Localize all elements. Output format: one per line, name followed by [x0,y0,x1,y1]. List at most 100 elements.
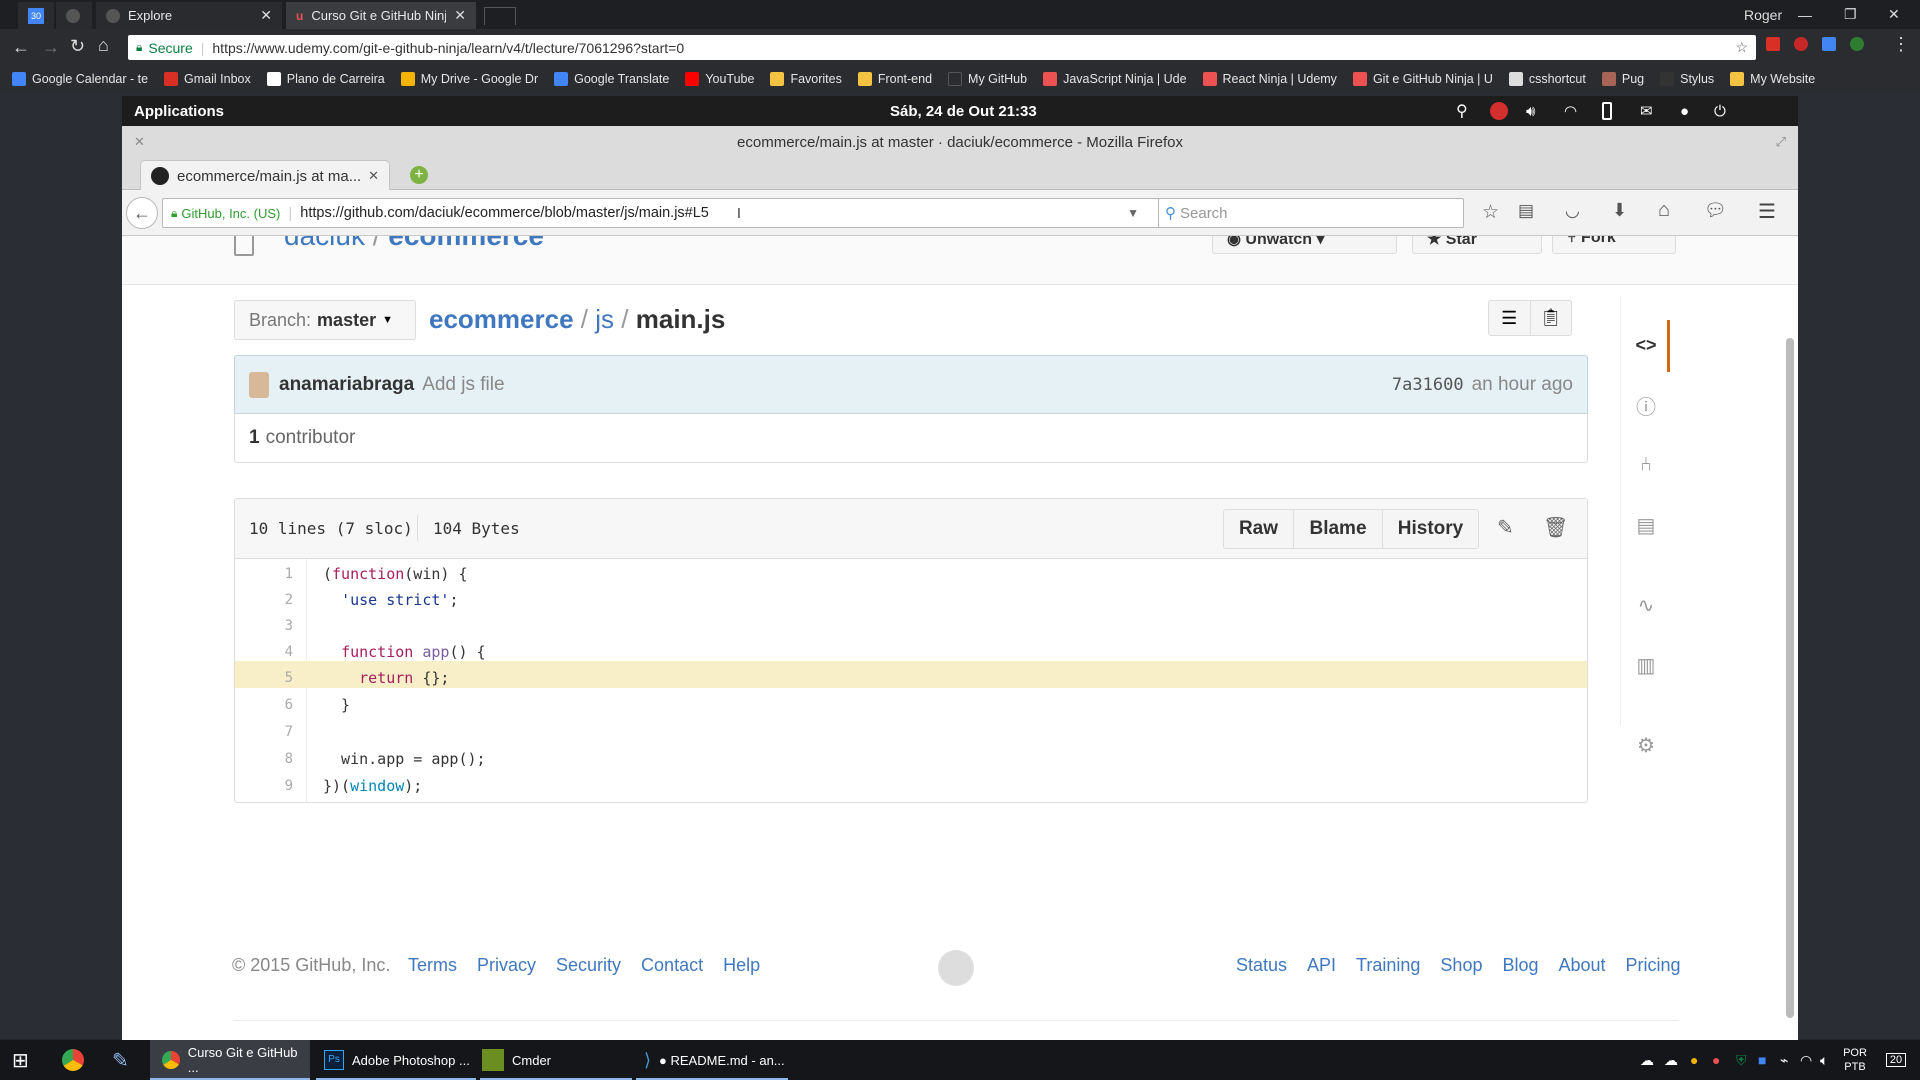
firefox-tab[interactable]: ecommerce/main.js at ma... ✕ [140,160,390,191]
downloads-icon[interactable]: ⬇ [1612,200,1627,221]
commit-sha[interactable]: 7a31600 [1392,375,1464,395]
pencil-icon[interactable]: ✎ [1497,515,1514,540]
new-tab-icon[interactable]: + [410,166,428,184]
bookmark[interactable]: My GitHub [948,72,1027,86]
windows-start-icon[interactable]: ⊞ [12,1040,29,1080]
avatar[interactable] [249,371,269,398]
power-icon[interactable]: ⏻ [1714,103,1726,120]
volume-icon[interactable]: 🔊︎ [1526,103,1535,120]
pull-request-icon[interactable]: ⑃ [1631,450,1661,480]
feather-icon[interactable]: ✎ [112,1040,129,1080]
branch-selector[interactable]: Branch: master ▼ [234,300,416,340]
chrome-icon[interactable] [62,1040,84,1080]
close-icon[interactable]: ✕ [134,134,145,150]
home-icon[interactable]: ⌂ [98,35,109,56]
bookmark-folder[interactable]: Favorites [770,72,842,86]
line-number[interactable]: 1 [235,566,293,582]
maximize-icon[interactable]: ⤢ [1776,134,1786,150]
clipboard-icon[interactable]: 📋︎ [1531,301,1572,335]
mail-icon[interactable]: ✉ [1640,102,1653,120]
volume-icon[interactable]: 🔈︎ [1820,1040,1828,1080]
settings-icon[interactable]: ⚙ [1631,730,1661,760]
user-icon[interactable]: ● [1680,103,1689,120]
firefox-url-bar[interactable]: 🔒︎ GitHub, Inc. (US) | https://github.co… [162,198,1186,228]
footer-link[interactable]: Security [556,955,621,976]
fork-button[interactable]: ⑂ Fork [1552,236,1676,254]
line-number[interactable]: 5 [235,670,293,686]
line-number[interactable]: 3 [235,618,293,634]
cloud-icon[interactable]: ☁ [1640,1040,1654,1080]
chrome-user[interactable]: Roger [1744,0,1782,29]
line-number[interactable]: 6 [235,697,293,713]
bookmark[interactable]: csshortcut [1508,72,1586,86]
line-number[interactable]: 9 [235,778,293,794]
dropdown-icon[interactable]: ▼ [1127,206,1139,220]
bookmark[interactable]: Stylus [1660,72,1714,86]
blame-button[interactable]: Blame [1294,510,1383,548]
star-button[interactable]: ★ Star [1412,236,1542,254]
footer-link[interactable]: Contact [641,955,703,976]
site-identity[interactable]: GitHub, Inc. (US) [181,206,280,221]
line-number[interactable]: 7 [235,724,293,740]
tray-icon[interactable]: ■ [1758,1040,1766,1080]
extension-icon[interactable] [1794,37,1808,51]
back-icon[interactable]: ← [12,37,30,58]
security-icon[interactable]: ⛨ [1736,1040,1747,1080]
cloud-sync-icon[interactable]: ☁ [1664,1040,1678,1080]
translate-extension-icon[interactable] [1822,37,1836,51]
firefox-search-bar[interactable]: ⚲ Search [1158,198,1464,228]
wifi-icon[interactable]: ◠ [1564,102,1577,120]
bookmark[interactable]: YouTube [685,72,754,86]
home-icon[interactable]: ⌂ [1658,199,1670,222]
footer-link[interactable]: Help [723,955,760,976]
issues-icon[interactable]: ⓘ [1631,390,1661,420]
bookmark[interactable]: JavaScript Ninja | Ude [1043,72,1187,86]
bookmarks-menu-icon[interactable]: ▤ [1518,201,1534,221]
minimize-icon[interactable]: — [1798,0,1812,29]
new-tab-button[interactable] [484,7,516,25]
close-icon[interactable]: ✕ [368,168,379,184]
chrome-address-bar[interactable]: 🔒︎ Secure | https://www.udemy.com/git-e-… [128,35,1756,60]
graphs-icon[interactable]: ▥ [1631,650,1661,680]
footer-link[interactable]: About [1559,955,1606,976]
scrollbar[interactable] [1786,338,1794,1018]
pocket-icon[interactable]: ◡ [1565,201,1580,221]
chrome-tab-calendar[interactable]: 30 [18,2,54,29]
bookmark[interactable]: Git e GitHub Ninja | U [1352,72,1493,86]
pulse-icon[interactable]: ∿ [1631,590,1661,620]
line-number[interactable]: 4 [235,644,293,660]
bookmark-folder[interactable]: My Website [1730,72,1815,86]
bookmark-folder[interactable]: Front-end [857,72,932,86]
github-logo-icon[interactable] [938,950,974,986]
footer-link[interactable]: Training [1356,955,1420,976]
bookmark[interactable]: React Ninja | Udemy [1202,72,1337,86]
line-number[interactable]: 2 [235,592,293,608]
taskbar-app[interactable]: ⟩ ● README.md - an... [636,1040,788,1080]
bookmark[interactable]: Google Calendar - te [12,72,148,86]
taskbar-app[interactable]: Ps Adobe Photoshop ... [316,1040,476,1080]
reload-icon[interactable]: ↻ [70,36,85,57]
list-icon[interactable]: ☰ [1489,301,1531,335]
history-button[interactable]: History [1383,510,1478,548]
code-icon[interactable]: <> [1631,330,1661,360]
applications-menu[interactable]: Applications [134,103,224,120]
back-icon[interactable]: ← [126,197,158,229]
bookmark-star-icon[interactable]: ☆ [1482,201,1499,224]
bookmark[interactable]: My Drive - Google Dr [400,72,538,86]
breadcrumb-repo-link[interactable]: ecommerce [429,304,574,334]
bookmark[interactable]: Plano de Carreira [266,72,385,86]
bookmark[interactable]: Pug [1601,72,1644,86]
footer-link[interactable]: Status [1236,955,1287,976]
tray-icon[interactable]: ● [1712,1040,1720,1080]
line-number[interactable]: 8 [235,751,293,767]
chrome-tab-github[interactable] [56,2,92,29]
gmail-extension-icon[interactable] [1766,37,1780,51]
forward-icon[interactable]: → [42,37,60,58]
breadcrumb-dir-link[interactable]: js [595,304,614,334]
chrome-tab-udemy[interactable]: u Curso Git e GitHub Ninja ✕ [286,2,476,29]
bookmark[interactable]: Gmail Inbox [164,72,251,86]
wiki-icon[interactable]: ▤ [1631,510,1661,540]
chat-icon[interactable]: 💬︎ [1704,200,1727,221]
raw-button[interactable]: Raw [1224,510,1294,548]
chrome-tab-explore[interactable]: Explore ✕ [96,2,282,29]
